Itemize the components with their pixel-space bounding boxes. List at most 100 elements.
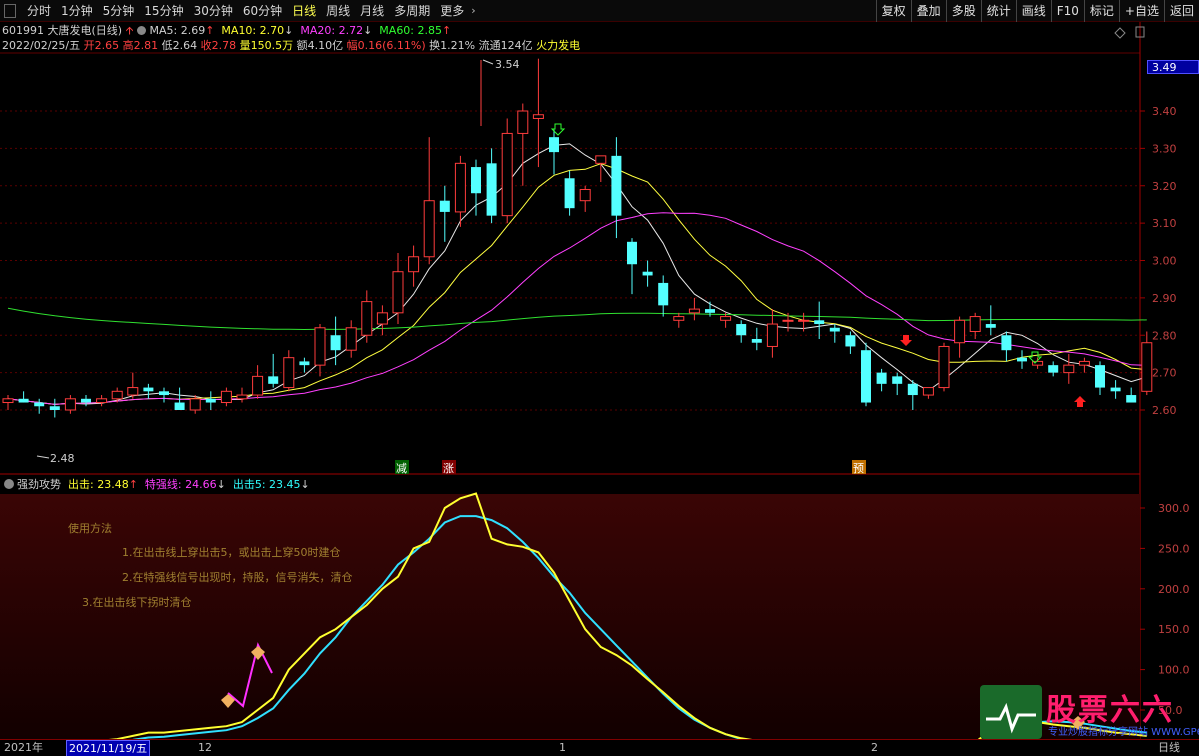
candle-body-up[interactable] xyxy=(345,327,357,351)
candle-body-down[interactable] xyxy=(845,335,856,347)
candle-body-down[interactable] xyxy=(627,241,637,265)
candle-body-up[interactable] xyxy=(376,312,388,325)
candle-body-down[interactable] xyxy=(1001,335,1012,351)
candle-body-up[interactable] xyxy=(922,387,934,396)
period-tab-9[interactable]: 多周期 xyxy=(389,0,435,22)
period-tab-1[interactable]: 1分钟 xyxy=(56,0,98,22)
candle-body-down[interactable] xyxy=(751,338,762,343)
concept-value[interactable]: 火力发电 xyxy=(536,39,580,52)
candle-body-down[interactable] xyxy=(1017,357,1027,362)
candle-body-down[interactable] xyxy=(705,309,715,313)
candle-body-down[interactable] xyxy=(471,167,481,194)
candle-body-down[interactable] xyxy=(486,163,497,216)
candle-body-down[interactable] xyxy=(876,372,887,384)
candle-body-up[interactable] xyxy=(1063,364,1075,374)
stock-code-name[interactable]: 601991 大唐发电(日线) xyxy=(2,24,122,37)
toolbar-button-0[interactable]: 复权 xyxy=(875,0,911,22)
candle-body-down[interactable] xyxy=(49,406,60,410)
candle-body-up[interactable] xyxy=(532,114,544,119)
candle-body-down[interactable] xyxy=(985,324,996,328)
diamond-settings-icon[interactable] xyxy=(1114,27,1126,39)
candle-body-up[interactable] xyxy=(2,398,14,404)
candle-body-up[interactable] xyxy=(782,319,794,322)
candle-body-down[interactable] xyxy=(658,282,669,306)
toolbar-button-3[interactable]: 统计 xyxy=(980,0,1016,22)
indicator-circle-icon-2[interactable] xyxy=(4,479,14,489)
candle-body-down[interactable] xyxy=(861,350,871,403)
candle-body-up[interactable] xyxy=(954,319,966,344)
candle-body-down[interactable] xyxy=(268,376,279,384)
candle-body-up[interactable] xyxy=(501,132,513,217)
toolbar-button-2[interactable]: 多股 xyxy=(945,0,981,22)
candle-body-up[interactable] xyxy=(517,110,529,134)
candle-body-up[interactable] xyxy=(1141,342,1153,392)
menu-icon[interactable] xyxy=(4,4,16,18)
candle-body-down[interactable] xyxy=(736,324,747,336)
toolbar-button-6[interactable]: 标记 xyxy=(1083,0,1119,22)
candle-body-down[interactable] xyxy=(1095,365,1105,388)
candle-body-down[interactable] xyxy=(330,335,341,351)
candle-body-down[interactable] xyxy=(174,402,185,410)
candle-body-up[interactable] xyxy=(96,398,108,404)
toolbar-button-1[interactable]: 叠加 xyxy=(910,0,946,22)
candle-body-up[interactable] xyxy=(283,357,295,389)
indicator-name[interactable]: 强劲攻势 xyxy=(17,478,61,491)
candle-body-up[interactable] xyxy=(1078,360,1090,366)
period-tab-5[interactable]: 60分钟 xyxy=(238,0,287,22)
kline-chart[interactable]: 3.40 3.30 3.20 3.10 3.00 2.90 2.80 2.70 2.60 300… xyxy=(0,0,1199,756)
candle-body-up[interactable] xyxy=(454,162,466,213)
candle-body-down[interactable] xyxy=(1048,365,1059,373)
candle-body-up[interactable] xyxy=(673,316,685,321)
period-tab-2[interactable]: 5分钟 xyxy=(98,0,140,22)
candle-body-up[interactable] xyxy=(579,188,591,202)
period-tab-8[interactable]: 月线 xyxy=(355,0,389,22)
candle-body-down[interactable] xyxy=(892,376,903,384)
candle-body-down[interactable] xyxy=(642,271,653,276)
period-tab-6[interactable]: 日线 xyxy=(287,0,321,22)
period-tab-0[interactable]: 分时 xyxy=(22,0,56,22)
candle-body-down[interactable] xyxy=(439,200,450,212)
candle-body-up[interactable] xyxy=(252,375,264,396)
candle-body-up[interactable] xyxy=(766,323,778,347)
more-arrow-icon[interactable]: › xyxy=(469,0,475,22)
candle-body-down[interactable] xyxy=(611,155,622,216)
candle-body-down[interactable] xyxy=(907,383,918,396)
candle-body-up[interactable] xyxy=(236,394,248,400)
candle-body-up[interactable] xyxy=(798,319,810,322)
indicator-circle-icon[interactable] xyxy=(136,26,146,35)
period-tab-3[interactable]: 15分钟 xyxy=(139,0,188,22)
toolbar-button-7[interactable]: +自选 xyxy=(1118,0,1164,22)
candle-body-down[interactable] xyxy=(159,391,169,396)
candle-body-up[interactable] xyxy=(938,345,950,389)
candle-body-up[interactable] xyxy=(189,398,201,411)
candle-body-up[interactable] xyxy=(64,398,76,411)
candle-body-down[interactable] xyxy=(143,387,154,392)
toolbar-button-4[interactable]: 画线 xyxy=(1015,0,1051,22)
candle-body-up[interactable] xyxy=(969,316,981,333)
toolbar-button-8[interactable]: 返回 xyxy=(1163,0,1199,22)
candle-body-down[interactable] xyxy=(829,327,840,332)
candle-body-down[interactable] xyxy=(34,402,45,407)
candle-body-up[interactable] xyxy=(408,256,420,273)
candle-body-up[interactable] xyxy=(392,271,404,314)
period-tab-4[interactable]: 30分钟 xyxy=(189,0,238,22)
period-tab-10[interactable]: 更多 xyxy=(435,0,469,22)
candle-body-down[interactable] xyxy=(1126,395,1137,403)
candle-body-up[interactable] xyxy=(688,308,700,314)
candle-body-down[interactable] xyxy=(205,398,216,403)
candle-body-up[interactable] xyxy=(361,301,373,336)
candle-body-up[interactable] xyxy=(595,155,607,164)
candle-body-down[interactable] xyxy=(81,398,91,403)
toolbar-button-5[interactable]: F10 xyxy=(1050,0,1084,22)
candle-body-down[interactable] xyxy=(1110,387,1121,392)
candle-body-down[interactable] xyxy=(814,320,825,325)
candle-body-down[interactable] xyxy=(549,137,559,153)
candle-body-up[interactable] xyxy=(423,200,435,258)
candle-body-down[interactable] xyxy=(18,398,29,403)
candle-body-up[interactable] xyxy=(111,390,123,400)
candle-body-up[interactable] xyxy=(220,390,232,404)
candle-body-up[interactable] xyxy=(720,316,732,321)
period-tab-7[interactable]: 周线 xyxy=(321,0,355,22)
candle-body-down[interactable] xyxy=(299,361,310,366)
candle-body-down[interactable] xyxy=(564,178,575,209)
